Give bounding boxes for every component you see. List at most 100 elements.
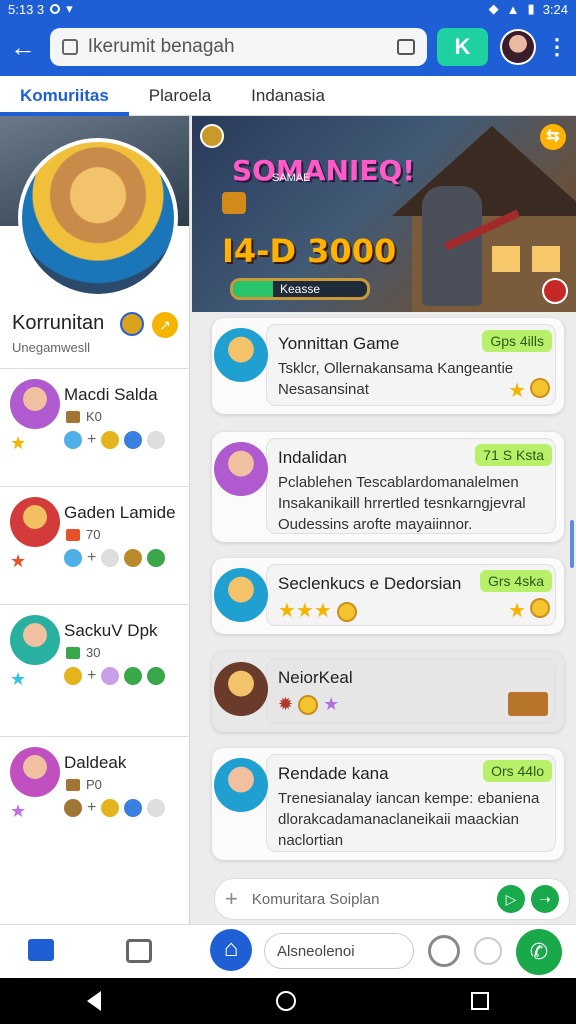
call-icon[interactable]: ✆ — [516, 929, 562, 975]
coin-icon — [530, 598, 550, 618]
target-icon[interactable] — [428, 935, 460, 967]
rank-icon — [66, 528, 80, 541]
gift-icon[interactable] — [147, 549, 166, 567]
chest-icon — [64, 799, 82, 817]
app-bar: ← K ⋮ — [0, 18, 576, 76]
profile-avatar[interactable] — [18, 138, 178, 298]
back-arrow-icon[interactable]: ← — [8, 32, 38, 62]
coin-icon — [64, 667, 82, 685]
send-icon[interactable]: ➝ — [531, 885, 559, 913]
add-icon[interactable] — [124, 667, 143, 685]
feed-avatar[interactable] — [214, 758, 268, 812]
scrollbar[interactable] — [570, 520, 574, 568]
status-time-right: 3:24 — [542, 1, 568, 17]
upload-icon[interactable]: ⌂ — [210, 929, 252, 971]
bottom-search-input[interactable] — [264, 933, 414, 969]
feed-card[interactable]: Indalidan 71 S Ksta Pclablehen Tescablar… — [212, 432, 564, 542]
lock-icon — [61, 39, 78, 55]
friend-rank: 30 — [66, 645, 100, 660]
banner-progress-label: Keasse — [279, 282, 321, 296]
banner-window — [532, 246, 560, 272]
badge-coin-icon: ↗ — [152, 312, 178, 338]
tab-komunitas[interactable]: Komuriitas — [0, 76, 129, 116]
more-vert-icon[interactable]: ⋮ — [546, 34, 568, 60]
friend-item[interactable]: ★ Gaden Lamide 70 + — [0, 486, 190, 604]
friend-avatar — [10, 497, 60, 547]
chat-icon[interactable] — [396, 39, 415, 55]
search-bar[interactable] — [49, 28, 427, 66]
game-banner[interactable]: ⇆ SOMANIEQ! SAMAE I4-D 3000 Keasse — [192, 116, 576, 312]
more-icon[interactable] — [474, 937, 502, 965]
friend-actions: + — [64, 431, 166, 449]
shield-icon[interactable] — [124, 799, 143, 817]
badge-lock-icon — [120, 312, 144, 336]
feed-body: Tsklcr, Ollernakansama Kangeantie Nesasa… — [278, 360, 514, 398]
friend-item[interactable]: ★ SackuV Dpk 30 + — [0, 604, 190, 722]
banner-share-icon[interactable]: ⇆ — [540, 124, 566, 150]
friend-item[interactable]: ★ Macdi Salda K0 + — [0, 368, 190, 486]
system-nav — [0, 978, 576, 1024]
rank-icon — [66, 778, 80, 791]
feed-tag: 71 S Ksta — [475, 444, 552, 466]
attach-icon[interactable]: ▷ — [497, 885, 525, 913]
feed-title: NeiorKeal — [278, 668, 353, 687]
coin-icon — [530, 378, 550, 398]
shield-icon[interactable] — [124, 549, 143, 567]
friend-name: Gaden Lamide — [64, 503, 176, 522]
friend-actions: + — [64, 667, 166, 685]
signal-icon: ▮ — [527, 1, 535, 16]
tab-plaroela[interactable]: Plaroela — [129, 76, 231, 116]
feed-avatar[interactable] — [214, 328, 268, 382]
banner-score: I4-D 3000 — [222, 232, 397, 270]
feed-avatar[interactable] — [214, 568, 268, 622]
star-row: ★★★ — [278, 598, 358, 623]
gift-icon[interactable] — [147, 799, 166, 817]
system-recents-icon[interactable] — [470, 992, 489, 1010]
banner-shield-icon[interactable] — [542, 278, 568, 304]
feed-tag: Grs 4ska — [479, 570, 552, 592]
feed-avatar[interactable] — [214, 662, 268, 716]
star-icon: ★ — [10, 669, 27, 689]
feed-avatar[interactable] — [214, 442, 268, 496]
shield-icon[interactable] — [124, 431, 143, 449]
friend-avatar — [10, 379, 60, 429]
gift-icon[interactable] — [147, 667, 166, 685]
star-icon: ★ — [323, 694, 340, 714]
banner-title: SOMANIEQ! — [232, 154, 416, 187]
star-icon: ★ — [10, 801, 27, 821]
friend-item[interactable]: ★ Daldeak P0 + — [0, 736, 190, 854]
gem-icon — [64, 549, 82, 567]
feed-reward-row: ✹ ★ — [278, 694, 340, 716]
feed-title: Rendade kana — [278, 764, 389, 783]
feed-card[interactable]: Yonnittan Game Gps 4ills Tsklcr, Ollerna… — [212, 318, 564, 414]
inventory-icon[interactable] — [126, 939, 152, 963]
rank-icon — [66, 646, 80, 659]
friend-name: SackuV Dpk — [64, 621, 158, 640]
feed-card[interactable]: NeiorKeal ✹ ★ — [212, 652, 564, 732]
user-avatar[interactable] — [500, 29, 537, 65]
feed-tag: Ors 44lo — [483, 760, 552, 782]
search-input[interactable] — [87, 36, 387, 58]
feed-card[interactable]: Seclenkucs e Dedorsian Grs 4ska ★★★ ★ — [212, 558, 564, 634]
wifi-icon: ▲ — [506, 1, 520, 17]
tab-indanasia[interactable]: Indanasia — [231, 76, 345, 116]
star-icon: ★ — [508, 380, 526, 402]
system-back-icon[interactable] — [87, 991, 102, 1011]
profile-name: Korrunitan — [12, 312, 105, 334]
feed-card[interactable]: Rendade kana Ors 44lo Trenesianalay ianc… — [212, 748, 564, 860]
banner-badge-icon — [200, 124, 224, 148]
rank-icon — [66, 410, 80, 423]
plus-icon[interactable]: + — [225, 886, 238, 912]
compose-input[interactable] — [251, 890, 491, 908]
tab-bar: Komuriitas Plaroela Indanasia — [0, 76, 576, 116]
home-icon[interactable] — [28, 939, 54, 961]
brand-logo-button[interactable]: K — [436, 28, 489, 66]
gem-icon — [101, 667, 120, 685]
coin-icon — [101, 431, 120, 449]
banner-progress-bar: Keasse — [230, 278, 370, 300]
gear-icon: ✹ — [278, 694, 294, 714]
left-panel: Korrunitan ↗ Unegamwesll ★ Macdi Salda K… — [0, 116, 190, 924]
gift-icon[interactable] — [147, 431, 166, 449]
location-icon: ◆ — [488, 1, 499, 16]
system-home-icon[interactable] — [275, 991, 296, 1011]
